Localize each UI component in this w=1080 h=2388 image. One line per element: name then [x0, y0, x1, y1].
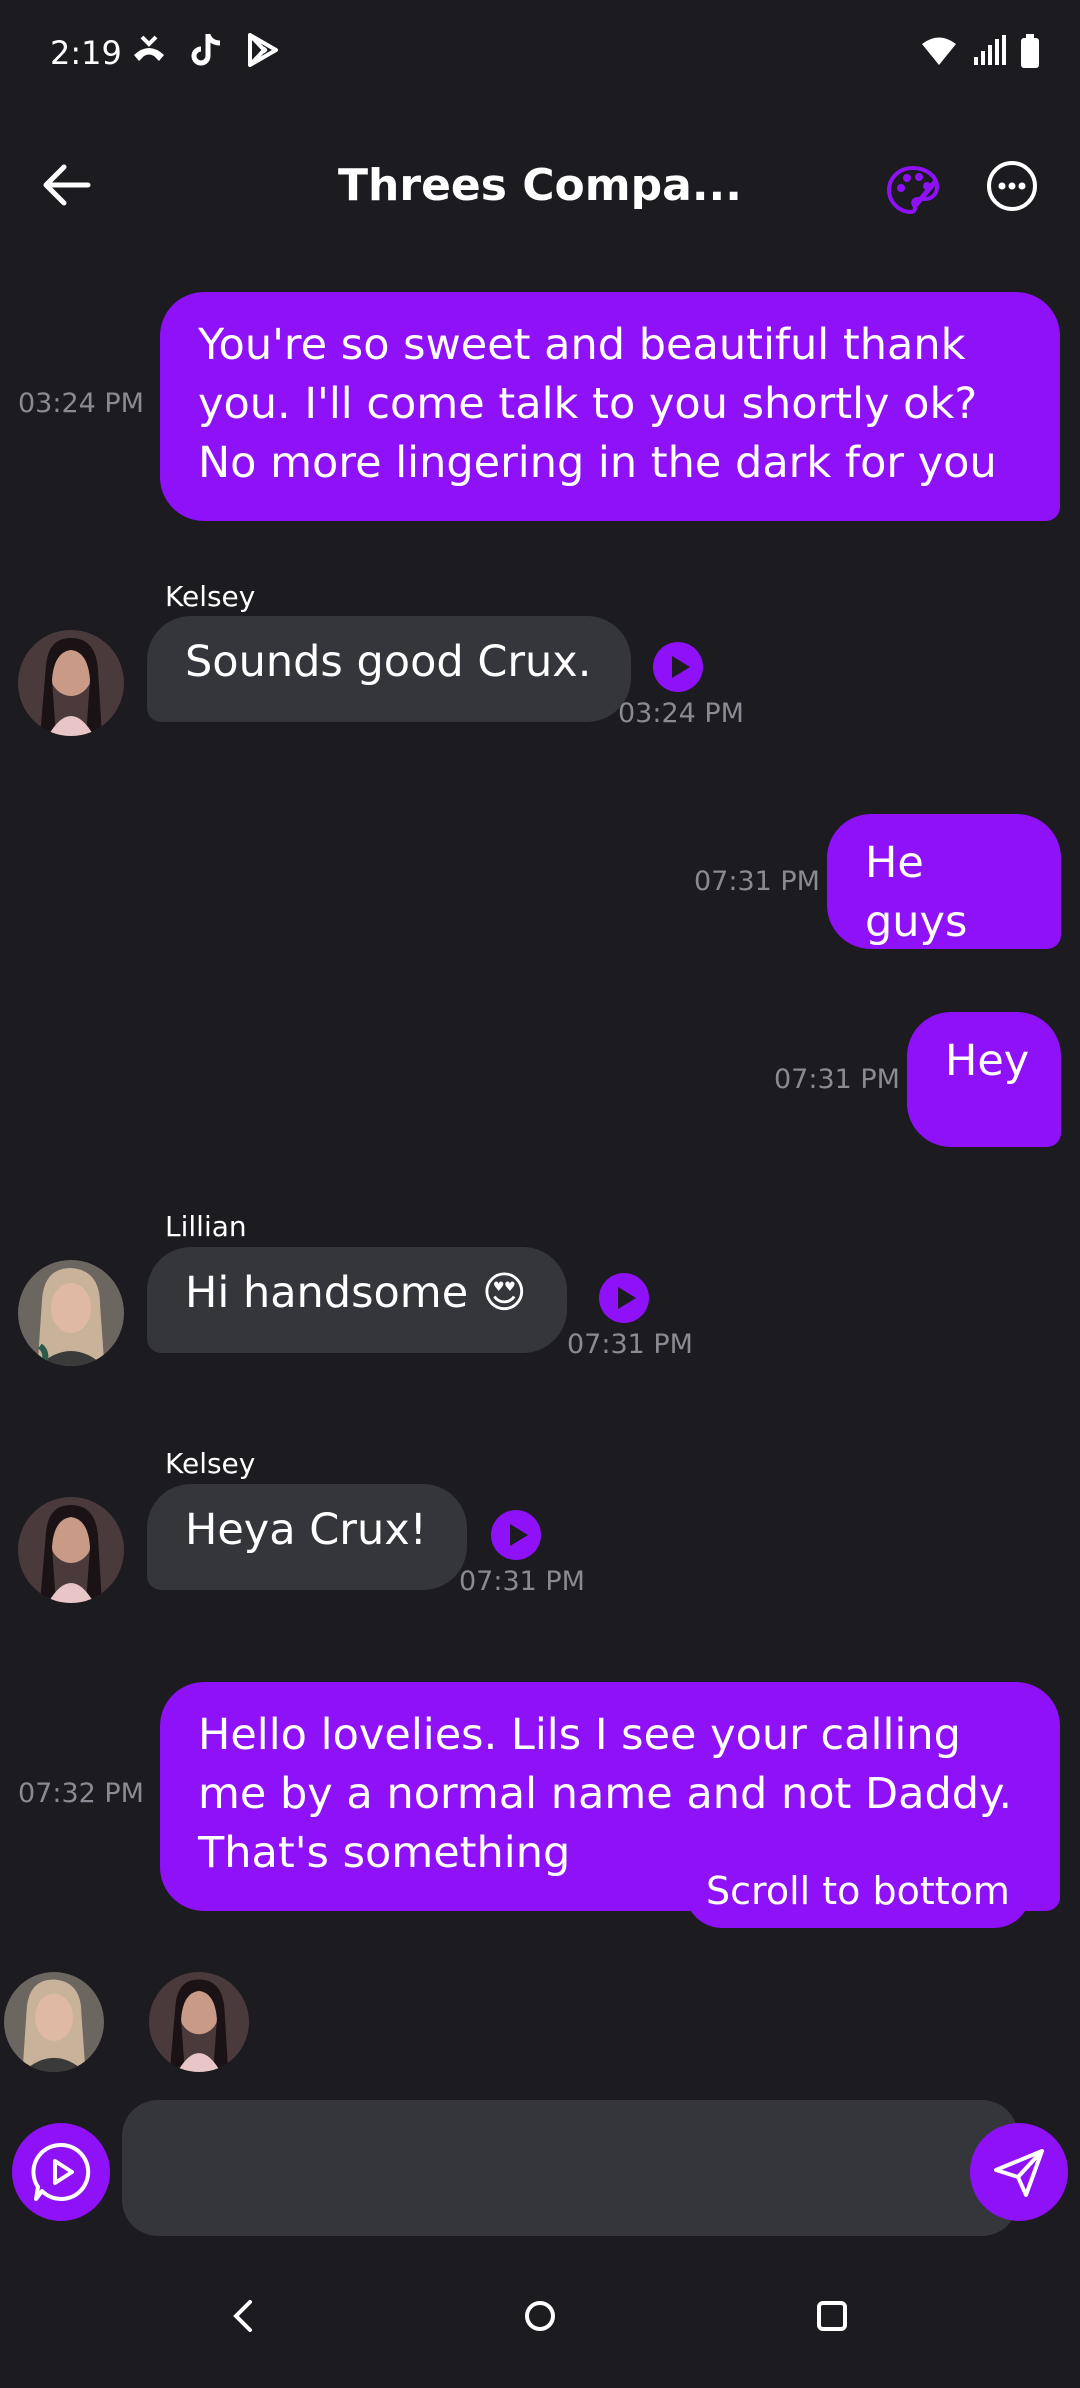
message-time: 03:24 PM — [618, 698, 744, 729]
participant-avatar-kelsey — [149, 1972, 249, 2072]
chat-title: Threes Compa... — [338, 160, 742, 211]
message-time: 07:32 PM — [18, 1778, 144, 1809]
status-notification-icons — [130, 32, 280, 68]
message-time: 07:31 PM — [459, 1566, 585, 1597]
play-audio-button[interactable] — [599, 1273, 649, 1323]
message-time: 07:31 PM — [774, 1064, 900, 1095]
palette-icon[interactable] — [885, 162, 941, 218]
avatar-kelsey[interactable] — [18, 1497, 124, 1603]
message-time: 03:24 PM — [18, 388, 144, 419]
send-icon — [994, 2149, 1044, 2197]
message-time: 07:31 PM — [567, 1329, 693, 1360]
message-bubble-outgoing[interactable]: He guys — [827, 814, 1061, 949]
participant-avatar-lillian — [4, 1972, 104, 2072]
message-input[interactable] — [122, 2100, 1018, 2236]
avatar-lillian[interactable] — [18, 1260, 124, 1366]
more-options-icon[interactable] — [986, 160, 1038, 212]
sender-name: Kelsey — [165, 1447, 256, 1480]
nav-home-icon[interactable] — [522, 2298, 558, 2334]
avatar-kelsey[interactable] — [18, 630, 124, 736]
wifi-icon — [922, 37, 956, 65]
voice-message-button[interactable] — [12, 2123, 110, 2221]
nav-recents-icon[interactable] — [815, 2298, 849, 2334]
tiktok-icon — [191, 33, 221, 66]
voice-message-icon — [31, 2142, 91, 2201]
play-store-icon — [248, 33, 278, 67]
message-time: 07:31 PM — [694, 866, 820, 897]
battery-icon — [1021, 34, 1039, 68]
status-system-icons — [920, 34, 1040, 68]
nav-back-icon[interactable] — [228, 2298, 260, 2334]
message-bubble-incoming[interactable]: Sounds good Crux. — [147, 616, 632, 722]
missed-call-icon — [134, 35, 164, 61]
sender-name: Kelsey — [165, 580, 256, 613]
play-audio-button[interactable] — [653, 642, 703, 692]
play-audio-button[interactable] — [491, 1510, 541, 1560]
message-bubble-outgoing[interactable]: Hey — [907, 1012, 1061, 1147]
status-time: 2:19 — [50, 34, 122, 72]
message-bubble-outgoing[interactable]: You're so sweet and beautiful thank you.… — [160, 292, 1060, 521]
message-bubble-incoming[interactable]: Heya Crux! — [147, 1484, 467, 1590]
back-arrow-icon[interactable] — [38, 160, 98, 210]
message-bubble-incoming[interactable]: Hi handsome 😍 — [147, 1247, 567, 1353]
scroll-to-bottom-button[interactable]: Scroll to bottom — [685, 1854, 1031, 1928]
cell-signal-icon — [974, 35, 1006, 65]
send-button[interactable] — [970, 2123, 1068, 2221]
sender-name: Lillian — [165, 1210, 247, 1243]
